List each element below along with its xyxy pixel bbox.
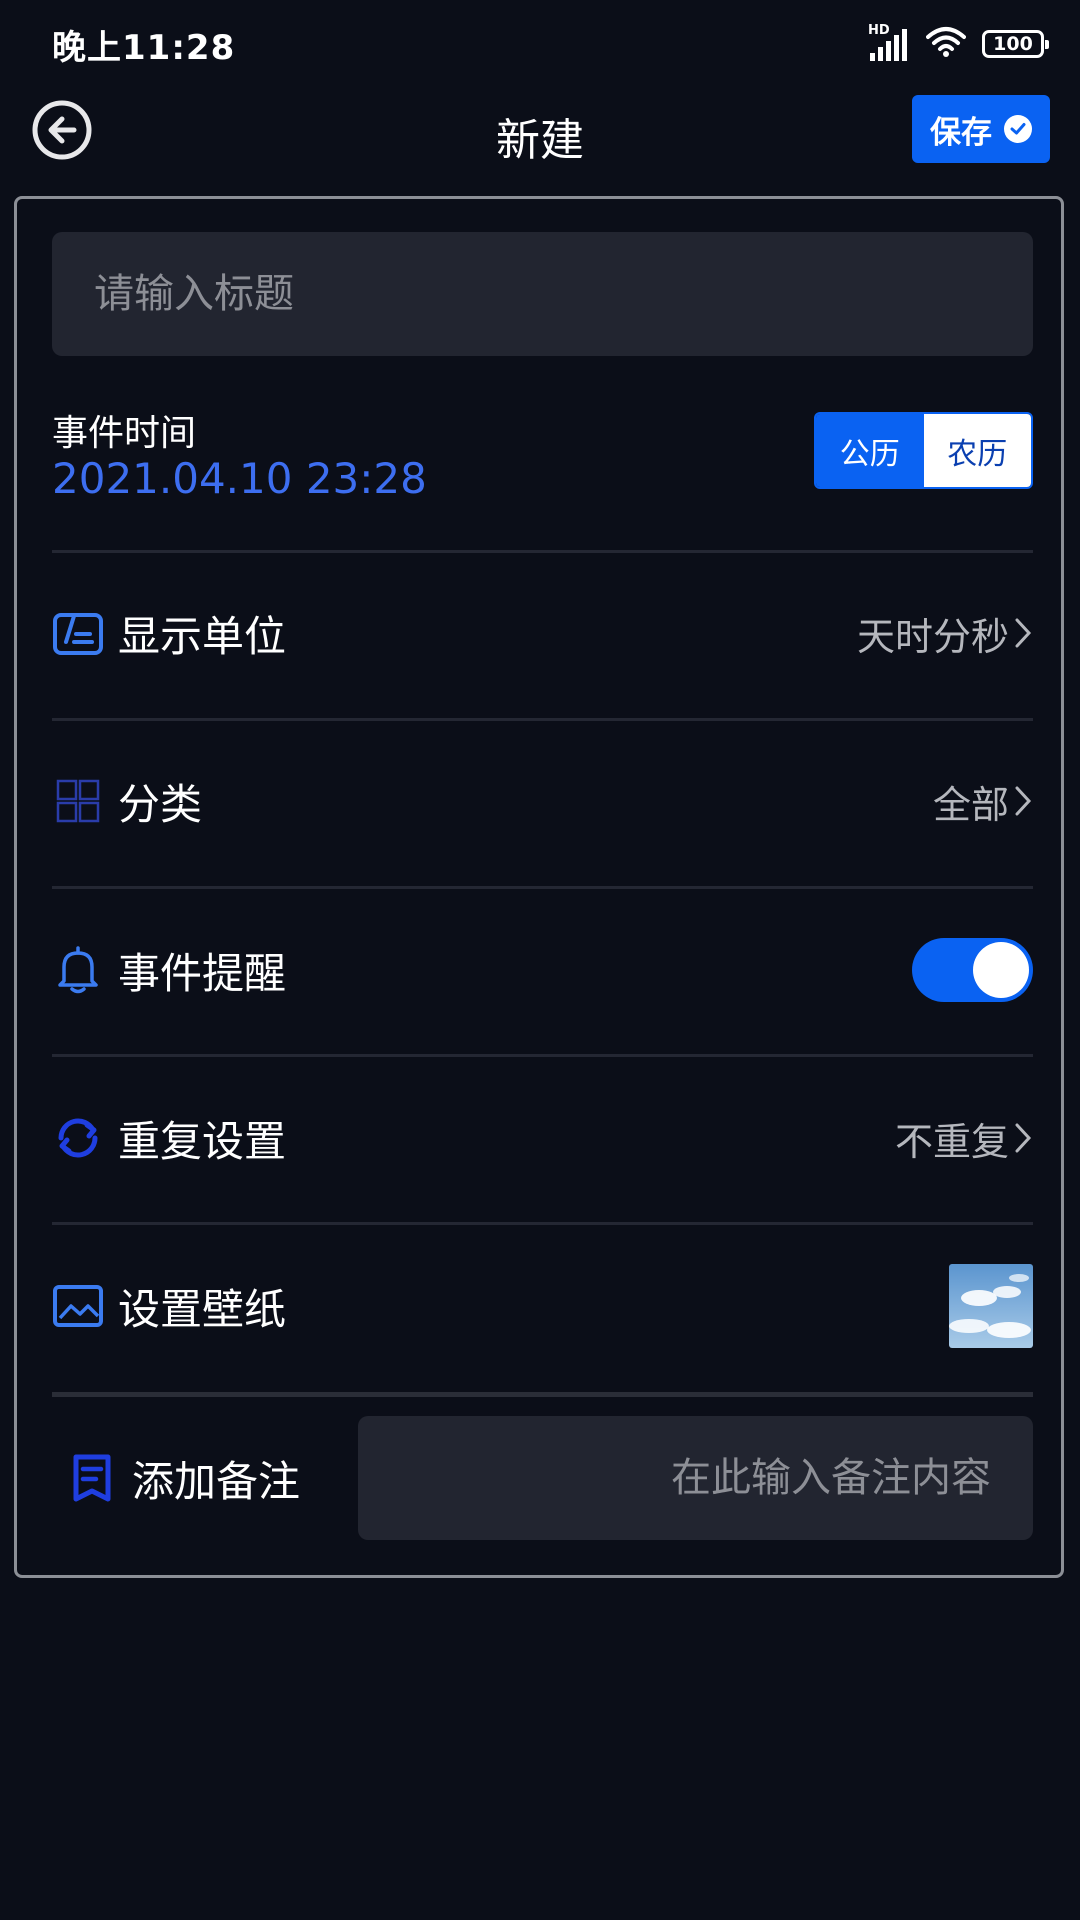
category-value: 全部 [932, 782, 1009, 827]
divider [52, 1392, 1033, 1397]
chevron-right-icon [1015, 618, 1032, 648]
note-row: 添加备注 [52, 1416, 1033, 1540]
row-value: 不重复 [895, 1111, 1033, 1166]
status-time: 晚上11:28 [52, 28, 236, 68]
note-input[interactable] [358, 1416, 1033, 1540]
reminder-toggle[interactable] [912, 938, 1033, 1002]
header: 新建 保存 [0, 86, 1080, 176]
status-bar: 晚上11:28 HD 100 [0, 0, 1080, 86]
note-label-wrap: 添加备注 [66, 1416, 300, 1540]
status-icons: HD 100 [868, 23, 1049, 64]
row-label: 显示单位 [118, 611, 287, 661]
event-time-label: 事件时间 [52, 413, 197, 454]
row-reminder: 事件提醒 [52, 920, 1033, 1020]
network-tag: HD [868, 23, 890, 38]
row-label: 事件提醒 [118, 948, 287, 998]
save-label: 保存 [930, 114, 992, 151]
repeat-icon [52, 1112, 104, 1164]
wallpaper-thumbnail[interactable] [949, 1264, 1033, 1348]
note-icon [66, 1452, 118, 1504]
toggle-knob [973, 942, 1029, 998]
row-label: 重复设置 [118, 1116, 287, 1166]
calendar-type-toggle: 公历 农历 [814, 412, 1033, 489]
check-icon [1004, 115, 1032, 143]
form-panel: 事件时间 2021.04.10 23:28 公历 农历 显示单位 天时分秒 [14, 196, 1064, 1578]
repeat-value: 不重复 [894, 1119, 1009, 1164]
note-label: 添加备注 [132, 1456, 301, 1506]
row-display-unit[interactable]: 显示单位 天时分秒 [52, 583, 1033, 683]
row-label: 分类 [118, 779, 203, 829]
calendar-option-solar[interactable]: 公历 [816, 414, 924, 487]
display-unit-icon [52, 607, 104, 659]
chevron-right-icon [1015, 786, 1032, 816]
signal-icon: HD [868, 23, 910, 61]
row-value: 全部 [933, 774, 1033, 829]
divider [52, 1222, 1033, 1225]
calendar-option-lunar[interactable]: 农历 [923, 414, 1031, 487]
battery-icon: 100 [982, 30, 1049, 58]
grid-icon [52, 775, 104, 827]
image-icon [52, 1280, 104, 1332]
display-unit-value: 天时分秒 [856, 614, 1009, 659]
row-category[interactable]: 分类 全部 [52, 751, 1033, 851]
divider [52, 886, 1033, 889]
divider [52, 1054, 1033, 1057]
row-value: 天时分秒 [857, 606, 1033, 661]
wifi-icon [926, 26, 966, 62]
row-label: 设置壁纸 [118, 1284, 287, 1334]
divider [52, 718, 1033, 721]
event-time-value[interactable]: 2021.04.10 23:28 [52, 454, 427, 503]
row-repeat[interactable]: 重复设置 不重复 [52, 1088, 1033, 1188]
title-input[interactable] [52, 232, 1033, 356]
battery-level: 100 [993, 33, 1033, 55]
chevron-right-icon [1015, 1123, 1032, 1153]
row-wallpaper[interactable]: 设置壁纸 [52, 1256, 1033, 1356]
save-button[interactable]: 保存 [912, 95, 1050, 163]
divider [52, 550, 1033, 553]
bell-icon [52, 944, 104, 996]
